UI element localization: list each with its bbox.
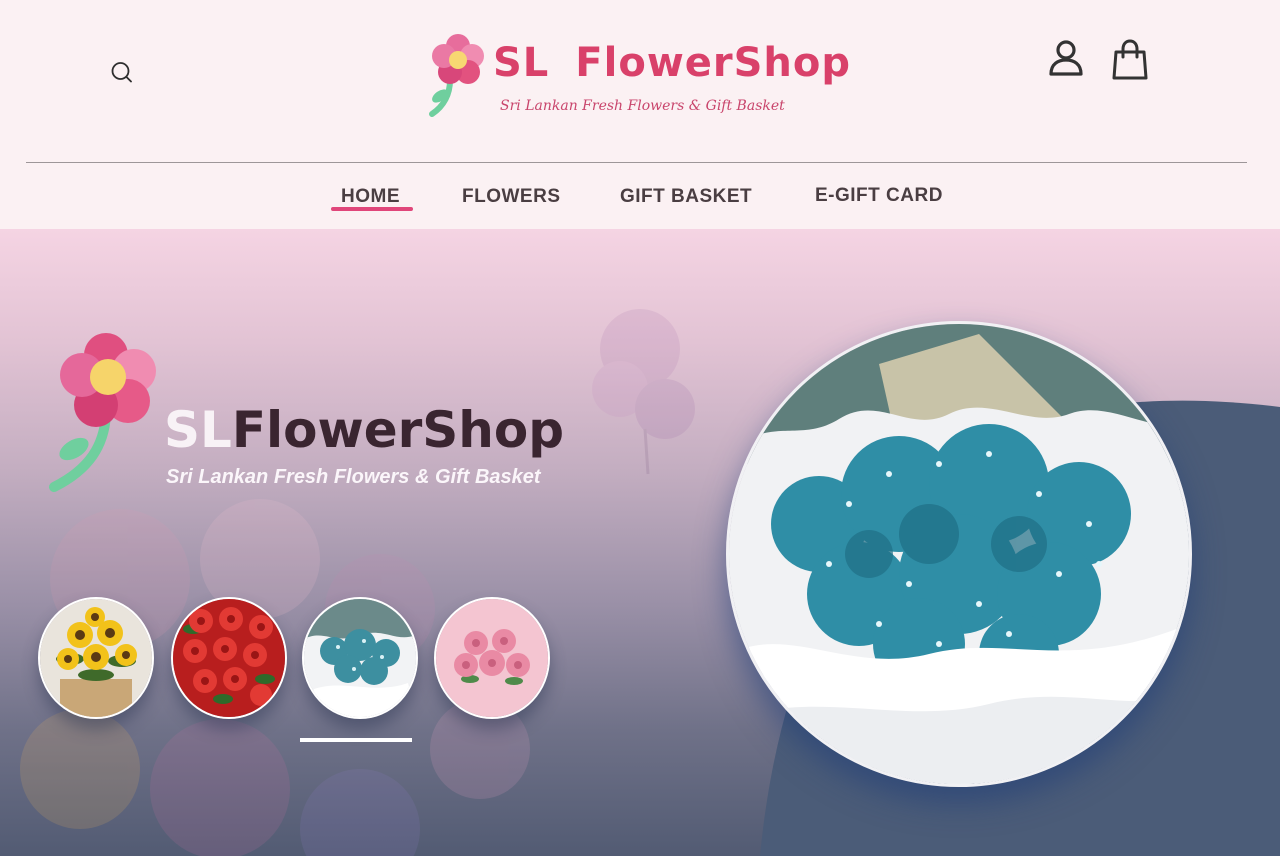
nav-item-gift-basket[interactable]: GIFT BASKET [620,186,752,208]
header-divider [26,162,1247,163]
hero-banner: SLFlowerShop Sri Lankan Fresh Flowers & … [0,229,1280,856]
site-logo[interactable]: SL FlowerShop Sri Lankan Fresh Flowers & … [420,26,850,126]
main-nav: HOME FLOWERS GIFT BASKET E-GIFT CARD [0,180,1280,220]
cart-button[interactable] [1110,38,1150,82]
thumbnail-pink-roses[interactable] [434,597,550,719]
nav-item-e-gift-card[interactable]: E-GIFT CARD [815,185,943,207]
logo-title-sl: SL [493,40,550,86]
search-button[interactable] [106,56,138,88]
hero-title-flowershop: FlowerShop [231,401,565,459]
blue-gypsophila-large-image [729,324,1189,784]
blue-gypsophila-image [304,599,416,717]
carousel-active-indicator [300,738,412,742]
hero-flower-logo-icon [49,333,156,492]
account-button[interactable] [1046,38,1086,80]
shopping-bag-icon [1112,39,1148,80]
pink-roses-image [436,599,548,717]
hero-tagline: Sri Lankan Fresh Flowers & Gift Basket [166,466,541,488]
logo-title: SL FlowerShop [493,40,851,86]
nav-active-indicator [331,207,413,211]
search-icon [111,62,132,83]
red-roses-image [173,599,285,717]
sunflower-bouquet-image [40,599,152,717]
flower-logo-icon [429,34,484,117]
featured-product-image [726,321,1192,787]
thumbnail-sunflowers[interactable] [38,597,154,719]
hero-title-sl: SL [164,401,232,459]
nav-item-flowers[interactable]: FLOWERS [462,186,561,208]
thumbnail-blue-gypsophila[interactable] [302,597,418,719]
user-icon [1049,40,1083,76]
site-header: SL FlowerShop Sri Lankan Fresh Flowers & … [0,0,1280,229]
thumbnail-red-roses[interactable] [171,597,287,719]
logo-tagline: Sri Lankan Fresh Flowers & Gift Basket [500,98,785,114]
logo-title-flowershop: FlowerShop [575,40,852,86]
hero-title: SLFlowerShop [164,401,564,459]
nav-item-home[interactable]: HOME [341,186,400,208]
